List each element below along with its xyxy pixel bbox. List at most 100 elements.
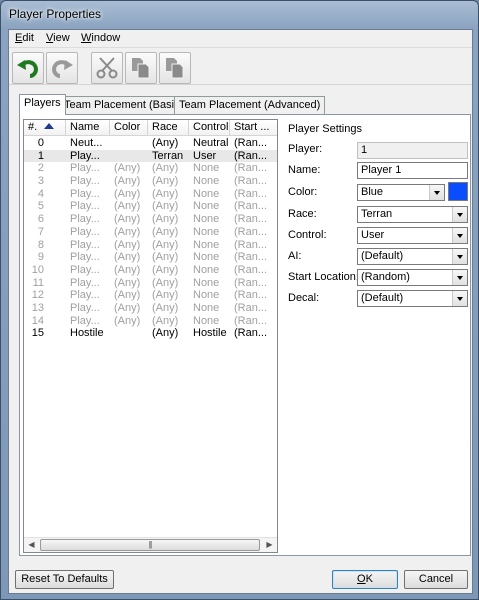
table-cell: Play... <box>70 314 100 327</box>
chevron-down-icon[interactable] <box>429 185 444 200</box>
menu-view[interactable]: View <box>46 32 70 44</box>
table-cell: (Any) <box>152 276 179 289</box>
column-header-start-location[interactable]: Start ... <box>230 120 277 136</box>
control-select[interactable]: User <box>357 227 468 244</box>
table-cell: None <box>193 238 220 251</box>
column-header-number[interactable]: #. <box>24 120 66 136</box>
players-list[interactable]: #. Name Color Race Control Start ... 0 Ne… <box>23 119 278 553</box>
table-cell: 10 <box>31 263 44 276</box>
paste-icon <box>166 58 184 79</box>
table-cell: (Ran... <box>234 327 268 340</box>
table-row[interactable]: 3 Play... (Any) (Any) None (Ran... <box>24 175 277 188</box>
table-cell: (Ran... <box>234 137 268 149</box>
undo-button[interactable] <box>12 52 44 84</box>
reset-to-defaults-button[interactable]: Reset To Defaults <box>15 570 114 589</box>
table-row[interactable]: 1 Play... Terran User (Ran... <box>24 149 277 163</box>
table-row[interactable]: 5 Play... (Any) (Any) None (Ran... <box>24 200 277 213</box>
table-cell: (Any) <box>152 327 179 340</box>
scroll-thumb[interactable]: ||| <box>40 539 260 551</box>
table-row[interactable]: 10 Play... (Any) (Any) None (Ran... <box>24 263 277 277</box>
list-body: 0 Neut... (Any) Neutral (Ran... 1 Play... Terra… <box>24 137 277 340</box>
table-cell: Hostile <box>70 327 104 340</box>
scroll-right-icon[interactable]: ▶ <box>262 538 277 552</box>
table-cell: None <box>193 175 220 188</box>
table-row[interactable]: 9 Play... (Any) (Any) None (Ran... <box>24 251 277 264</box>
tab-team-placement-advanced[interactable]: Team Placement (Advanced) <box>174 96 326 114</box>
cancel-button[interactable]: Cancel <box>404 570 468 589</box>
redo-icon <box>51 60 73 78</box>
table-cell: Neutral <box>193 137 229 149</box>
table-cell: 3 <box>37 175 44 188</box>
table-row[interactable]: 14 Play... (Any) (Any) None (Ran... <box>24 314 277 328</box>
chevron-down-icon[interactable] <box>452 228 467 243</box>
horizontal-scrollbar[interactable]: ◀ ||| ▶ <box>24 537 277 552</box>
color-label: Color: <box>288 186 318 198</box>
sort-ascending-icon <box>44 123 55 129</box>
table-row[interactable]: 12 Play... (Any) (Any) None (Ran... <box>24 289 277 302</box>
table-cell: None <box>193 213 220 226</box>
table-row[interactable]: 15 Hostile (Any) Hostile (Ran... <box>24 327 277 340</box>
paste-button[interactable] <box>159 52 191 84</box>
copy-button[interactable] <box>125 52 157 84</box>
table-cell: (Any) <box>152 251 179 264</box>
ok-button[interactable]: OK <box>332 570 398 589</box>
decal-select[interactable]: (Default) <box>357 290 468 307</box>
table-cell: None <box>193 187 220 200</box>
table-row[interactable]: 4 Play... (Any) (Any) None (Ran... <box>24 187 277 201</box>
menu-edit[interactable]: Edit <box>15 32 34 44</box>
color-select[interactable]: Blue <box>357 184 445 201</box>
redo-button[interactable] <box>46 52 78 84</box>
table-cell: 12 <box>31 289 44 302</box>
table-cell: None <box>193 162 220 175</box>
table-cell: (Ran... <box>234 238 268 251</box>
table-row[interactable]: 11 Play... (Any) (Any) None (Ran... <box>24 276 277 290</box>
table-row[interactable]: 8 Play... (Any) (Any) None (Ran... <box>24 238 277 252</box>
tab-players[interactable]: Players <box>19 94 66 115</box>
players-tab-panel: #. Name Color Race Control Start ... 0 Ne… <box>19 114 471 556</box>
column-header-name[interactable]: Name <box>66 120 110 136</box>
table-cell: Terran <box>152 149 184 162</box>
table-cell: (Ran... <box>234 187 268 200</box>
scroll-left-icon[interactable]: ◀ <box>24 538 39 552</box>
cut-button[interactable] <box>91 52 123 84</box>
column-header-control[interactable]: Control <box>189 120 230 136</box>
column-header-race[interactable]: Race <box>148 120 189 136</box>
race-label: Race: <box>288 208 317 220</box>
chevron-down-icon[interactable] <box>452 291 467 306</box>
table-cell: 11 <box>32 276 44 289</box>
chevron-down-icon[interactable] <box>452 270 467 285</box>
table-row[interactable]: 7 Play... (Any) (Any) None (Ran... <box>24 226 277 239</box>
menu-window[interactable]: Window <box>81 32 120 44</box>
table-cell: 9 <box>37 251 44 264</box>
table-cell: (Any) <box>152 301 179 314</box>
table-row[interactable]: 2 Play... (Any) (Any) None (Ran... <box>24 162 277 175</box>
chevron-down-icon[interactable] <box>452 207 467 222</box>
table-cell: None <box>193 314 220 327</box>
table-row[interactable]: 13 Play... (Any) (Any) None (Ran... <box>24 301 277 315</box>
list-header: #. Name Color Race Control Start ... <box>24 120 277 136</box>
table-cell: (Any) <box>114 200 141 213</box>
table-cell: (Any) <box>114 162 141 175</box>
table-cell: (Ran... <box>234 289 268 302</box>
table-cell: (Any) <box>152 314 179 327</box>
tab-team-placement-basic[interactable]: Team Placement (Basic) <box>59 96 189 114</box>
table-row[interactable]: 6 Play... (Any) (Any) None (Ran... <box>24 213 277 226</box>
table-cell: None <box>193 200 220 213</box>
column-header-color[interactable]: Color <box>110 120 148 136</box>
cut-icon <box>96 57 118 79</box>
table-cell: Play... <box>70 276 100 289</box>
table-cell: (Any) <box>114 276 141 289</box>
name-input[interactable]: Player 1 <box>357 162 468 179</box>
window-client: Edit View Window Players Team Placement … <box>8 29 473 594</box>
table-cell: (Ran... <box>234 162 268 175</box>
table-cell: (Any) <box>114 301 141 314</box>
color-swatch[interactable] <box>448 182 468 201</box>
player-settings-panel: Player Settings Player: 1 Name: Player 1… <box>286 115 472 555</box>
table-cell: (Any) <box>152 137 179 149</box>
chevron-down-icon[interactable] <box>452 249 467 264</box>
table-row[interactable]: 0 Neut... (Any) Neutral (Ran... <box>24 137 277 150</box>
ai-select[interactable]: (Default) <box>357 248 468 265</box>
race-select[interactable]: Terran <box>357 206 468 223</box>
start-location-select[interactable]: (Random) <box>357 269 468 286</box>
ai-label: AI: <box>288 250 302 262</box>
